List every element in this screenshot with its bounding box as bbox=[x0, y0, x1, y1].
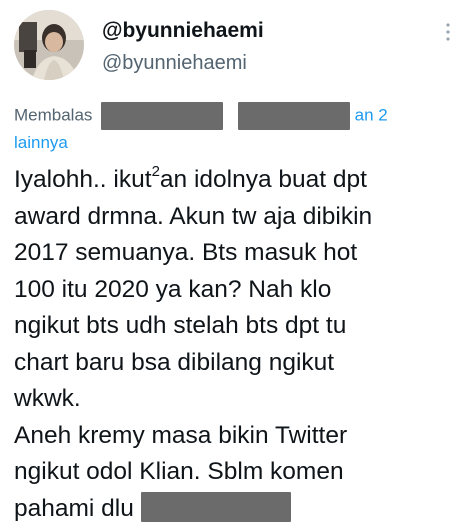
tweet-line: Aneh kremy masa bikin Twitter bbox=[14, 421, 348, 449]
replying-to-prefix: Membalas bbox=[14, 105, 93, 125]
tweet-line: chart baru bsa dibilang ngikut bbox=[14, 348, 335, 376]
user-handle[interactable]: @byunniehaemi bbox=[102, 50, 438, 76]
tweet-line: ngikut odol Klian. Sblm komen bbox=[14, 458, 344, 485]
replying-to-others-link-2[interactable]: lainnya bbox=[14, 133, 68, 152]
tweet-line: 100 itu 2020 ya kan? Nah klo bbox=[14, 275, 332, 303]
tweet-line: wkwk. bbox=[14, 385, 81, 412]
replying-to-others-link[interactable]: an 2 bbox=[355, 105, 388, 124]
redacted-username-2 bbox=[237, 102, 350, 130]
tweet: @byunniehaemi @byunniehaemi Membalas an … bbox=[0, 0, 474, 531]
display-name[interactable]: @byunniehaemi bbox=[102, 18, 438, 44]
more-vertical-icon[interactable] bbox=[438, 22, 458, 42]
superscript: 2 bbox=[151, 162, 160, 180]
avatar[interactable] bbox=[14, 10, 84, 80]
tweet-text: Iyalohh.. ikut2an idolnya buat dpt award… bbox=[14, 162, 458, 527]
replying-to: Membalas an 2 lainnya bbox=[14, 102, 458, 156]
redacted-username bbox=[101, 102, 224, 130]
tweet-line: Iyalohh.. ikut2an idolnya buat dpt bbox=[14, 162, 367, 193]
redacted-mention bbox=[140, 491, 291, 522]
tweet-header: @byunniehaemi @byunniehaemi bbox=[14, 10, 458, 92]
tweet-line: award drmna. Akun tw aja dibikin bbox=[14, 202, 373, 230]
tweet-line: pahami dlu bbox=[14, 491, 458, 528]
user-names: @byunniehaemi @byunniehaemi bbox=[102, 18, 438, 76]
tweet-line: 2017 semuanya. Bts masuk hot bbox=[14, 239, 358, 266]
tweet-line: ngikut bts udh stelah bts dpt tu bbox=[14, 312, 347, 339]
